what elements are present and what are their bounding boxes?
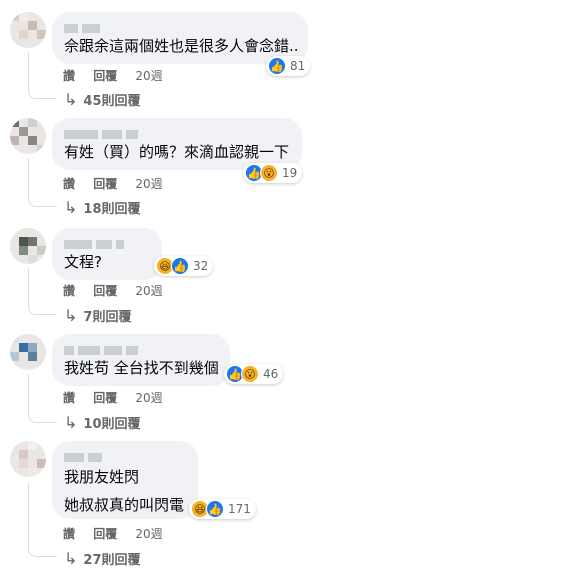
comment-text: 我姓苟 全台找不到幾個 <box>64 359 219 377</box>
thread-line <box>28 374 57 423</box>
reaction-summary[interactable]: 👍 81 <box>266 56 311 76</box>
reaction-count: 19 <box>282 166 298 180</box>
comment-actions: 讚 回覆 20週 <box>63 175 177 192</box>
reply-arrow-icon: ↳ <box>64 198 78 217</box>
avatar[interactable] <box>10 12 46 48</box>
view-replies-link[interactable]: ↳ 10則回覆 <box>64 413 141 432</box>
blurred-author-name[interactable] <box>64 447 106 462</box>
avatar[interactable] <box>10 334 46 370</box>
comment-text-line-2: 她叔叔真的叫閃電 <box>64 496 185 514</box>
timestamp[interactable]: 20週 <box>135 527 162 541</box>
comment-text: 我朋友姓閃 <box>64 468 140 486</box>
thumbs-up-icon: 👍 <box>268 57 286 75</box>
reply-link[interactable]: 回覆 <box>93 284 117 298</box>
comment-bubble[interactable]: 我姓苟 全台找不到幾個 <box>52 334 230 386</box>
blurred-author-name[interactable] <box>64 340 142 355</box>
reaction-summary[interactable]: 👍 😮 46 <box>224 364 284 384</box>
reaction-summary[interactable]: 😆 👍 32 <box>154 256 214 276</box>
comment-actions: 讚 回覆 20週 <box>63 67 177 84</box>
reaction-count: 46 <box>263 367 279 381</box>
blurred-author-name[interactable] <box>64 124 142 139</box>
like-link[interactable]: 讚 <box>63 527 75 541</box>
view-replies-link[interactable]: ↳ 45則回覆 <box>64 90 141 109</box>
comment-actions: 讚 回覆 20週 <box>63 282 177 299</box>
comment-actions: 讚 回覆 20週 <box>63 389 177 406</box>
like-link[interactable]: 讚 <box>63 284 75 298</box>
avatar[interactable] <box>10 441 46 477</box>
reply-arrow-icon: ↳ <box>64 90 78 109</box>
reply-link[interactable]: 回覆 <box>93 527 117 541</box>
surprised-face-icon: 😮 <box>241 365 259 383</box>
blurred-author-name[interactable] <box>64 234 128 249</box>
like-link[interactable]: 讚 <box>63 391 75 405</box>
comment-text: 文程? <box>64 253 102 271</box>
reaction-count: 171 <box>228 502 251 516</box>
thread-line <box>28 483 57 557</box>
surprised-face-icon: 😮 <box>260 164 278 182</box>
view-replies-link[interactable]: ↳ 27則回覆 <box>64 549 141 568</box>
avatar[interactable] <box>10 118 46 154</box>
comment-bubble[interactable]: 佘跟余這兩個姓也是很多人會念錯.. <box>52 12 308 64</box>
view-replies-link[interactable]: ↳ 18則回覆 <box>64 198 141 217</box>
thread-line <box>28 52 57 99</box>
comment-text: 有姓（買）的嗎？來滴血認親一下 <box>64 143 290 161</box>
reaction-summary[interactable]: 😆 👍 171 <box>189 499 256 519</box>
timestamp[interactable]: 20週 <box>135 177 162 191</box>
reaction-count: 32 <box>193 259 209 273</box>
reaction-summary[interactable]: 👍 😮 19 <box>243 163 303 183</box>
comment-actions: 讚 回覆 20週 <box>63 525 177 542</box>
thumbs-up-icon: 👍 <box>171 257 189 275</box>
reply-arrow-icon: ↳ <box>64 549 78 568</box>
reaction-count: 81 <box>290 59 306 73</box>
timestamp[interactable]: 20週 <box>135 69 162 83</box>
timestamp[interactable]: 20週 <box>135 391 162 405</box>
reply-link[interactable]: 回覆 <box>93 69 117 83</box>
comment-text: 佘跟余這兩個姓也是很多人會念錯.. <box>64 37 299 55</box>
timestamp[interactable]: 20週 <box>135 284 162 298</box>
thumbs-up-icon: 👍 <box>206 500 224 518</box>
blurred-author-name[interactable] <box>64 18 104 33</box>
like-link[interactable]: 讚 <box>63 69 75 83</box>
thread-line <box>28 158 57 207</box>
reply-link[interactable]: 回覆 <box>93 391 117 405</box>
like-link[interactable]: 讚 <box>63 177 75 191</box>
view-replies-link[interactable]: ↳ 7則回覆 <box>64 306 131 325</box>
reply-arrow-icon: ↳ <box>64 306 78 325</box>
reply-arrow-icon: ↳ <box>64 413 78 432</box>
reply-link[interactable]: 回覆 <box>93 177 117 191</box>
comment-bubble[interactable]: 我朋友姓閃 她叔叔真的叫閃電 <box>52 441 198 519</box>
thread-line <box>28 268 57 315</box>
avatar[interactable] <box>10 228 46 264</box>
comment-bubble[interactable]: 文程? <box>52 228 162 280</box>
